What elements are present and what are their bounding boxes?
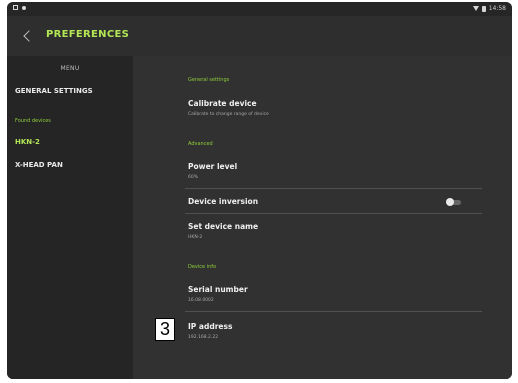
sidebar: MENU GENERAL SETTINGS Found devices HKN-…	[7, 56, 133, 379]
menu-heading: MENU	[60, 65, 80, 72]
set-device-name-title[interactable]: Set device name	[188, 222, 258, 231]
divider	[185, 188, 482, 189]
ip-address-title: IP address	[188, 322, 233, 331]
notification-icons	[13, 5, 26, 12]
app-bar: PREFERENCES	[7, 16, 512, 56]
status-icons: 14:58	[472, 5, 506, 12]
dot-icon	[22, 6, 26, 10]
callout-number-box: 3	[155, 318, 175, 341]
sidebar-item-hkn-2[interactable]: HKN-2	[15, 138, 40, 146]
wifi-icon	[472, 6, 479, 11]
serial-number-value: 16.08.0002	[188, 298, 214, 303]
advanced-section-label: Advanced	[188, 141, 213, 147]
back-arrow-icon[interactable]	[19, 26, 39, 46]
general-settings-section-label: General settings	[188, 77, 230, 83]
power-level-value: 60%	[188, 175, 199, 180]
divider	[185, 213, 482, 214]
tablet-screen: 14:58 PREFERENCES MENU GENERAL SETTINGS …	[7, 2, 512, 379]
status-bar: 14:58	[7, 2, 512, 16]
device-name-value: HKN-2	[188, 235, 203, 240]
device-inversion-title[interactable]: Device inversion	[188, 197, 258, 206]
settings-panel: General settings Calibrate device Calibr…	[133, 56, 512, 379]
page-title: PREFERENCES	[46, 29, 130, 40]
clock: 14:58	[488, 5, 506, 12]
calibrate-device-title[interactable]: Calibrate device	[188, 99, 257, 108]
serial-number-title: Serial number	[188, 285, 248, 294]
divider	[185, 311, 482, 312]
device-inversion-toggle[interactable]	[446, 198, 462, 206]
sidebar-item-x-head-pan[interactable]: X-HEAD PAN	[15, 161, 63, 169]
device-info-section-label: Device info	[188, 264, 217, 270]
screenshot-icon	[13, 5, 18, 10]
found-devices-label: Found devices	[15, 118, 51, 124]
ip-address-value: 192.168.2.22	[188, 335, 219, 340]
calibrate-device-subtitle: Calibrate to change range of device	[188, 112, 269, 117]
sidebar-item-general-settings[interactable]: GENERAL SETTINGS	[15, 87, 93, 95]
battery-icon	[481, 5, 486, 12]
toggle-thumb	[446, 198, 454, 206]
power-level-title[interactable]: Power level	[188, 162, 237, 171]
